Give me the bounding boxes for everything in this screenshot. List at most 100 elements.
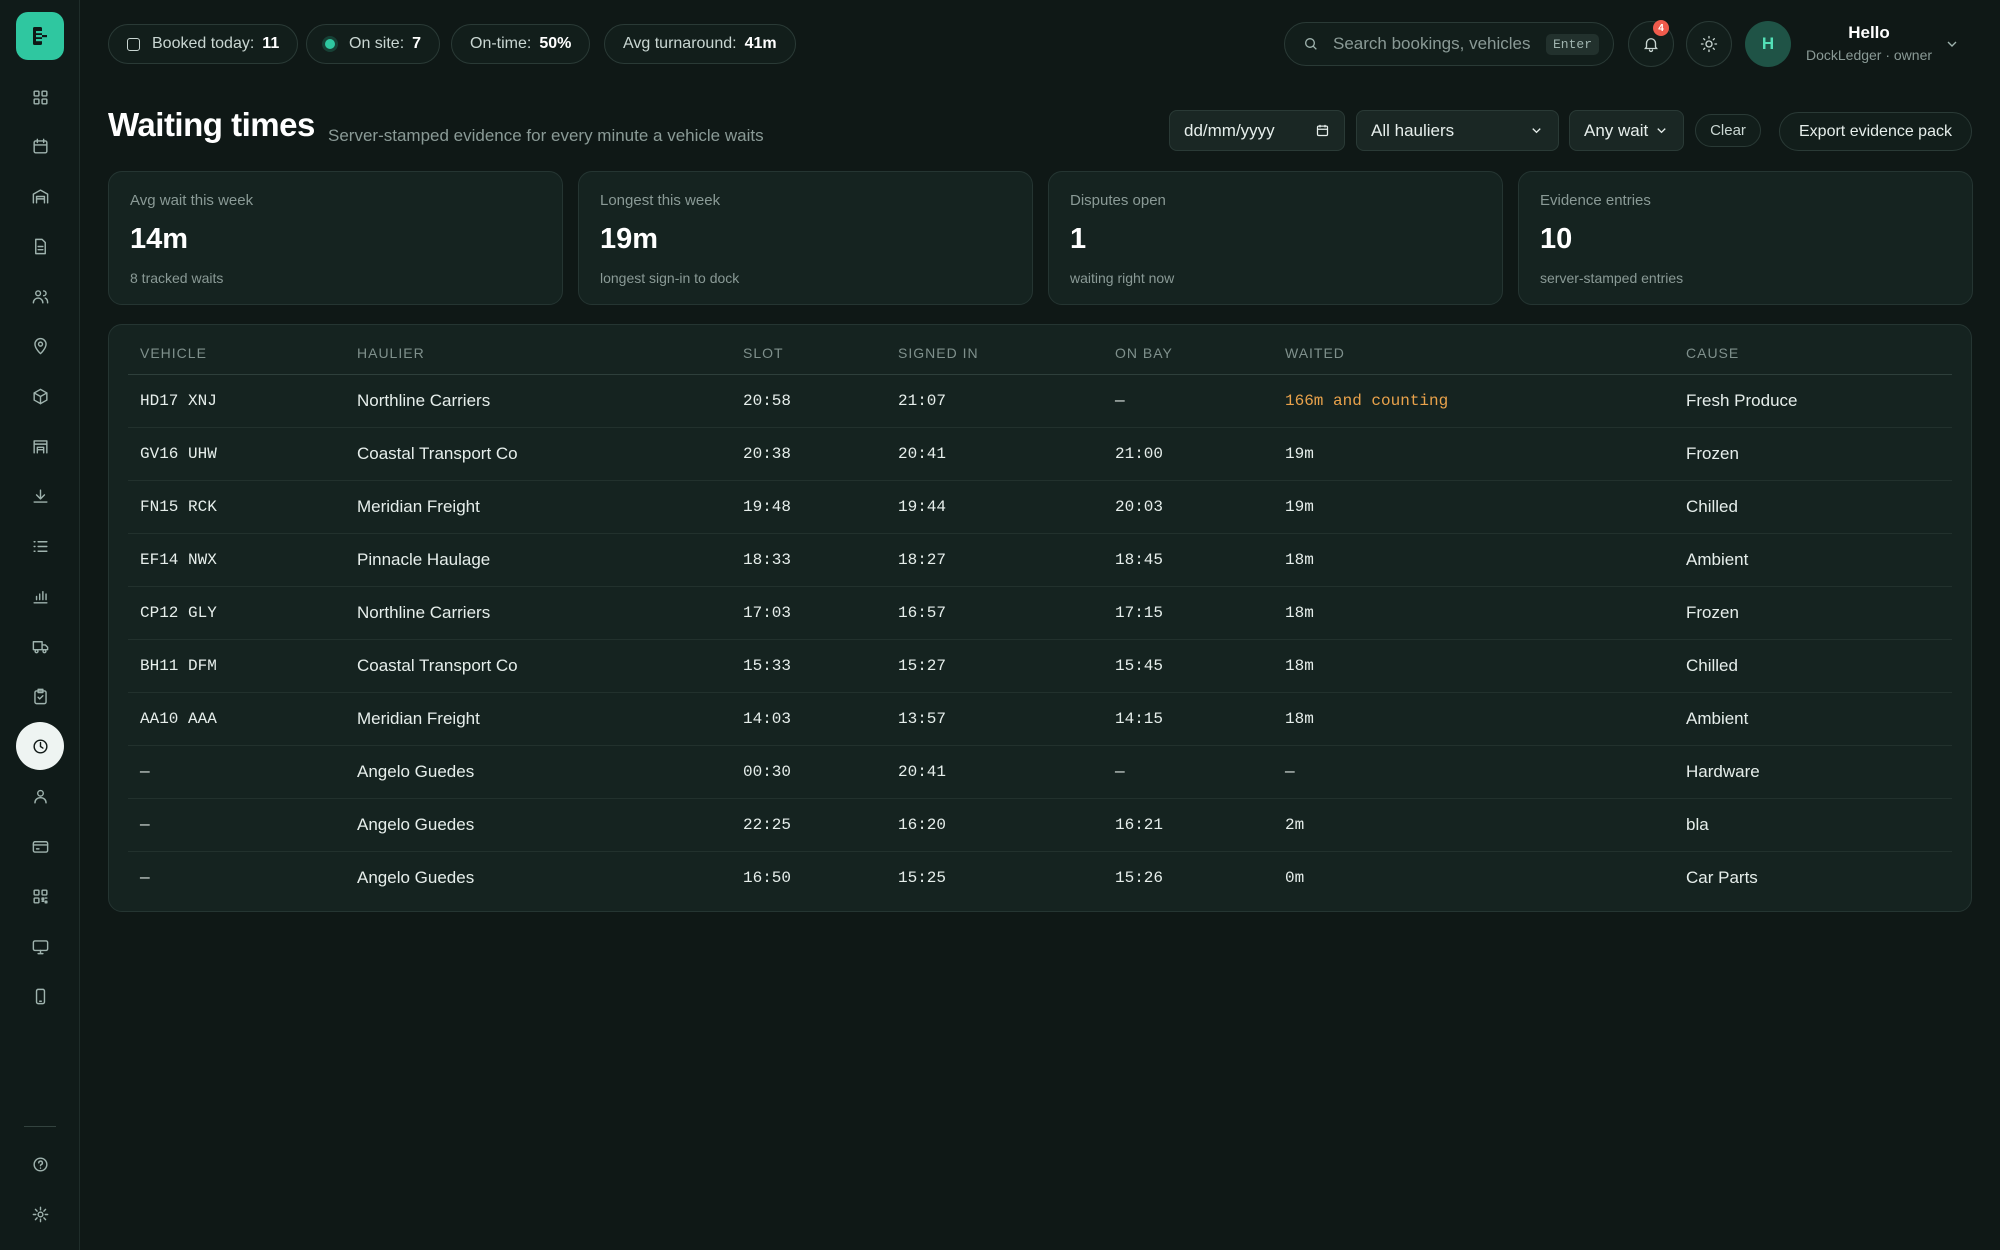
table-header: VEHICLE HAULIER SLOT SIGNED IN ON BAY WA… [128, 325, 1952, 375]
nav-inbound[interactable] [16, 472, 64, 520]
date-filter-input[interactable]: dd/mm/yyyy [1169, 110, 1345, 151]
user-menu-toggle[interactable] [1944, 36, 1960, 52]
page-subtitle: Server-stamped evidence for every minute… [328, 126, 764, 145]
table-row[interactable]: GV16 UHW Coastal Transport Co 20:38 20:41 21… [128, 428, 1952, 481]
nav-waiting-times[interactable] [16, 722, 64, 770]
cell-haulier: Angelo Guedes [357, 815, 475, 834]
cell-on-bay: 15:26 [1115, 869, 1164, 887]
avatar[interactable]: H [1745, 21, 1791, 67]
clear-button[interactable]: Clear [1695, 114, 1761, 147]
nav-help[interactable] [16, 1140, 64, 1188]
nav-settings[interactable] [16, 1190, 64, 1238]
calendar-icon [1316, 124, 1329, 137]
table-row[interactable]: — Angelo Guedes 22:25 16:20 16:21 2m bla [128, 799, 1952, 852]
nav-packages[interactable] [16, 372, 64, 420]
cell-waited: 19m [1285, 498, 1314, 516]
cell-on-bay: — [1115, 392, 1125, 410]
cell-waited: 0m [1285, 869, 1305, 887]
nav-dashboard[interactable] [16, 73, 64, 121]
nav-users[interactable] [16, 272, 64, 320]
notifications-badge: 4 [1653, 20, 1669, 36]
cell-cause: Frozen [1686, 603, 1739, 622]
cell-signed-in: 18:27 [898, 551, 947, 569]
booked-today-label: Booked today: [152, 35, 255, 52]
nav-reports[interactable] [16, 572, 64, 620]
booked-today-pill[interactable]: Booked today: 11 [108, 24, 299, 64]
cell-haulier: Coastal Transport Co [357, 444, 518, 463]
column-header-vehicle[interactable]: VEHICLE [140, 345, 207, 361]
theme-toggle-button[interactable] [1686, 21, 1732, 67]
table-row[interactable]: — Angelo Guedes 00:30 20:41 — — Hardware [128, 746, 1952, 799]
notifications-button[interactable]: 4 [1628, 20, 1674, 67]
haulier-select[interactable]: All hauliers [1356, 110, 1559, 151]
cell-slot: 00:30 [743, 763, 792, 781]
clipboard-icon [33, 688, 47, 704]
cell-vehicle: — [140, 763, 150, 781]
table-row[interactable]: AA10 AAA Meridian Freight 14:03 13:57 14:15 1… [128, 693, 1952, 746]
table-row[interactable]: CP12 GLY Northline Carriers 17:03 16:57 17:1… [128, 587, 1952, 640]
cell-waited: 18m [1285, 551, 1314, 569]
user-greeting: Hello [1848, 23, 1890, 42]
calendar-icon [32, 138, 48, 154]
nav-documents[interactable] [16, 222, 64, 270]
cell-slot: 18:33 [743, 551, 792, 569]
table-row[interactable]: — Angelo Guedes 16:50 15:25 15:26 0m Car Parts [128, 852, 1952, 905]
package-icon [32, 388, 48, 404]
nav-checklists[interactable] [16, 672, 64, 720]
on-site-pill[interactable]: On site: 7 [306, 24, 441, 64]
download-icon [32, 488, 48, 503]
cell-waited: 19m [1285, 445, 1314, 463]
warehouse-icon [32, 188, 48, 204]
column-header-signed-in[interactable]: SIGNED IN [898, 345, 979, 361]
table-row[interactable]: FN15 RCK Meridian Freight 19:48 19:44 20:03 1… [128, 481, 1952, 534]
on-time-label: On-time: [470, 35, 532, 52]
on-time-value: 50% [539, 35, 572, 52]
cell-haulier: Angelo Guedes [357, 868, 475, 887]
users-icon [32, 289, 48, 304]
document-icon [34, 238, 46, 254]
cell-cause: Car Parts [1686, 868, 1758, 887]
table-row[interactable]: HD17 XNJ Northline Carriers 20:58 21:07 — 166… [128, 375, 1952, 428]
avg-turnaround-pill[interactable]: Avg turnaround: 41m [604, 24, 796, 64]
cell-slot: 17:03 [743, 604, 792, 622]
search-input[interactable]: Search bookings, vehicles Enter [1284, 22, 1614, 66]
export-evidence-button[interactable]: Export evidence pack [1779, 112, 1972, 151]
cell-on-bay: 18:45 [1115, 551, 1164, 569]
cell-cause: Chilled [1686, 656, 1738, 675]
nav-warehouse[interactable] [16, 172, 64, 220]
cell-on-bay: — [1115, 763, 1125, 781]
cell-on-bay: 15:45 [1115, 657, 1164, 675]
cell-haulier: Angelo Guedes [357, 762, 475, 781]
cell-haulier: Meridian Freight [357, 709, 480, 728]
nav-billing[interactable] [16, 822, 64, 870]
cell-haulier: Northline Carriers [357, 391, 491, 410]
cell-on-bay: 21:00 [1115, 445, 1164, 463]
nav-mobile[interactable] [16, 972, 64, 1020]
chevron-down-icon [1657, 128, 1666, 134]
app-logo[interactable] [16, 12, 64, 60]
on-time-pill[interactable]: On-time: 50% [451, 24, 591, 64]
nav-locations[interactable] [16, 322, 64, 370]
nav-display[interactable] [16, 922, 64, 970]
nav-profile[interactable] [16, 772, 64, 820]
column-header-slot[interactable]: SLOT [743, 345, 784, 361]
nav-lists[interactable] [16, 522, 64, 570]
table-row[interactable]: EF14 NWX Pinnacle Haulage 18:33 18:27 18:45 1… [128, 534, 1952, 587]
column-header-haulier[interactable]: HAULIER [357, 345, 425, 361]
wait-select[interactable]: Any wait [1569, 110, 1684, 151]
nav-docks[interactable] [16, 422, 64, 470]
nav-vehicles[interactable] [16, 622, 64, 670]
cell-signed-in: 20:41 [898, 445, 947, 463]
cell-signed-in: 20:41 [898, 763, 947, 781]
column-header-cause[interactable]: CAUSE [1686, 345, 1739, 361]
cell-slot: 22:25 [743, 816, 792, 834]
phone-icon [35, 988, 45, 1004]
cell-signed-in: 16:57 [898, 604, 947, 622]
stat-note: longest sign-in to dock [600, 270, 740, 286]
nav-qr[interactable] [16, 872, 64, 920]
table-row[interactable]: BH11 DFM Coastal Transport Co 15:33 15:27 15… [128, 640, 1952, 693]
nav-calendar[interactable] [16, 122, 64, 170]
column-header-waited[interactable]: WAITED [1285, 345, 1345, 361]
column-header-on-bay[interactable]: ON BAY [1115, 345, 1173, 361]
page-title: Waiting times [108, 106, 315, 143]
